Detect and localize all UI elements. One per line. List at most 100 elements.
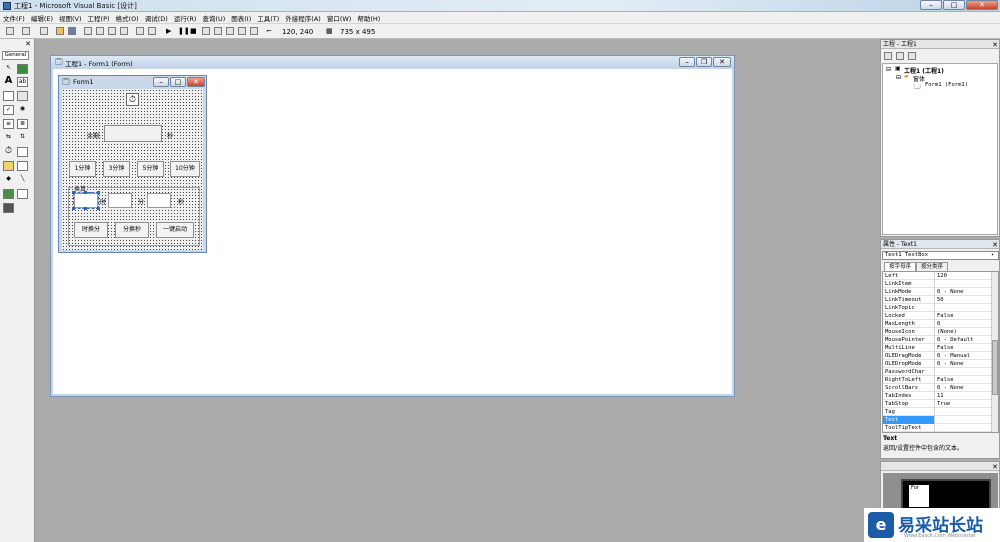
- checkbox-icon[interactable]: ✓: [3, 105, 14, 115]
- property-row[interactable]: MousePointer 0 - Default: [883, 336, 991, 344]
- paste-icon[interactable]: [108, 27, 116, 35]
- menu-query[interactable]: 查询(U): [199, 12, 228, 24]
- selection-handle[interactable]: [84, 207, 87, 210]
- designer-minimize-button[interactable]: –: [679, 57, 695, 67]
- combobox-icon[interactable]: ≡: [3, 119, 14, 129]
- property-row[interactable]: Left 120: [883, 272, 991, 280]
- property-row[interactable]: OLEDragMode 0 - Manual: [883, 352, 991, 360]
- properties-window-icon[interactable]: [214, 27, 222, 35]
- form1-close-button[interactable]: ✕: [187, 77, 205, 87]
- selection-handle[interactable]: [84, 191, 87, 194]
- copy-icon[interactable]: [96, 27, 104, 35]
- hour-textbox[interactable]: [73, 192, 99, 209]
- filelistbox-icon[interactable]: [17, 161, 28, 171]
- ole-icon[interactable]: [3, 203, 14, 213]
- minimize-button[interactable]: –: [920, 0, 942, 10]
- tab-categorized[interactable]: 按分类序: [916, 262, 948, 271]
- property-row[interactable]: TabIndex 11: [883, 392, 991, 400]
- property-row[interactable]: OLEDropMode 0 - None: [883, 360, 991, 368]
- view-object-icon[interactable]: [896, 52, 904, 60]
- property-scrollbar[interactable]: [991, 272, 998, 432]
- tree-expand-icon[interactable]: ⊟: [896, 74, 901, 81]
- property-row[interactable]: MaxLength 0: [883, 320, 991, 328]
- minute-to-second-button[interactable]: 分换秒: [115, 222, 149, 238]
- timer-control-icon[interactable]: ⏱: [126, 93, 139, 106]
- three-minute-button[interactable]: 3分钟: [103, 161, 130, 177]
- maximize-button[interactable]: □: [943, 0, 965, 10]
- menu-help[interactable]: 帮助(H): [354, 12, 383, 24]
- form1-window[interactable]: 🗔 Form1 – □ ✕ ⏱ 余剩: 秒 1分钟 3分钟 5分钟 10分钟 换…: [58, 75, 207, 253]
- menu-debug[interactable]: 调试(D): [142, 12, 171, 24]
- hour-to-minute-button[interactable]: 时换分: [74, 222, 108, 238]
- close-button[interactable]: ✕: [966, 0, 998, 10]
- selection-handle[interactable]: [97, 191, 100, 194]
- shape-icon[interactable]: ◆: [3, 175, 14, 185]
- label-icon[interactable]: A: [3, 76, 14, 87]
- object-selector[interactable]: Text1 TextBox ▾: [882, 251, 999, 260]
- pointer-icon[interactable]: ↖: [3, 64, 14, 74]
- menu-diagram[interactable]: 图表(I): [228, 12, 254, 24]
- property-row[interactable]: TabStop True: [883, 400, 991, 408]
- break-icon[interactable]: ❚❚: [178, 27, 190, 35]
- property-row[interactable]: LinkTopic: [883, 304, 991, 312]
- form-position-preview[interactable]: For: [909, 485, 929, 507]
- toolbox-tab-general[interactable]: General: [2, 51, 29, 60]
- open-icon[interactable]: [56, 27, 64, 35]
- property-row[interactable]: Locked False: [883, 312, 991, 320]
- form1-maximize-button[interactable]: □: [170, 77, 186, 87]
- undo-icon[interactable]: [136, 27, 144, 35]
- image-icon[interactable]: [3, 189, 14, 199]
- form-layout-close-icon[interactable]: ✕: [991, 463, 999, 471]
- toolbox-icon[interactable]: [250, 27, 258, 35]
- add-project-icon[interactable]: [6, 27, 14, 35]
- minute-textbox[interactable]: [108, 193, 132, 208]
- form1-minimize-button[interactable]: –: [153, 77, 169, 87]
- property-row[interactable]: RightToLeft False: [883, 376, 991, 384]
- tab-alphabetic[interactable]: 按字母序: [884, 262, 916, 271]
- textbox-icon[interactable]: ab: [17, 77, 28, 87]
- menu-addins[interactable]: 外接程序(A): [282, 12, 324, 24]
- properties-close-icon[interactable]: ✕: [991, 241, 999, 249]
- optionbutton-icon[interactable]: ◉: [17, 105, 28, 115]
- redo-icon[interactable]: [148, 27, 156, 35]
- find-icon[interactable]: [120, 27, 128, 35]
- property-row[interactable]: MouseIcon (None): [883, 328, 991, 336]
- second-textbox[interactable]: [147, 193, 171, 208]
- project-explorer-icon[interactable]: [202, 27, 210, 35]
- selection-handle[interactable]: [97, 207, 100, 210]
- listbox-icon[interactable]: ≣: [17, 119, 28, 129]
- form1-tree-node[interactable]: Form1 (Form1): [925, 82, 968, 88]
- property-row[interactable]: LinkItem: [883, 280, 991, 288]
- property-row[interactable]: LinkMode 0 - None: [883, 288, 991, 296]
- project-explorer-close-icon[interactable]: ✕: [991, 41, 999, 49]
- menu-project[interactable]: 工程(P): [85, 12, 113, 24]
- hscrollbar-icon[interactable]: ⇆: [3, 133, 14, 143]
- property-row[interactable]: ToolTipText: [883, 424, 991, 432]
- toggle-folders-icon[interactable]: [908, 52, 916, 60]
- form-layout-icon[interactable]: [226, 27, 234, 35]
- menu-run[interactable]: 运行(R): [171, 12, 200, 24]
- tree-expand-icon[interactable]: ⊟: [886, 66, 891, 73]
- menu-view[interactable]: 视图(V): [56, 12, 85, 24]
- property-row[interactable]: MultiLine False: [883, 344, 991, 352]
- property-row[interactable]: PasswordChar: [883, 368, 991, 376]
- timer-icon[interactable]: ⏱: [3, 147, 14, 157]
- view-code-icon[interactable]: [884, 52, 892, 60]
- toolbox-close-icon[interactable]: ✕: [24, 40, 32, 48]
- drivelistbox-icon[interactable]: [17, 147, 28, 157]
- menu-edit[interactable]: 编辑(E): [28, 12, 56, 24]
- scrollbar-thumb[interactable]: [992, 340, 998, 395]
- property-row-selected[interactable]: Text: [883, 416, 991, 424]
- frame-icon[interactable]: [3, 91, 14, 101]
- add-form-icon[interactable]: [22, 27, 30, 35]
- cut-icon[interactable]: [84, 27, 92, 35]
- ten-minute-button[interactable]: 10分钟: [170, 161, 200, 177]
- start-icon[interactable]: ▶: [166, 27, 171, 35]
- end-icon[interactable]: ■: [190, 27, 197, 35]
- dirlistbox-icon[interactable]: [3, 161, 14, 171]
- five-minute-button[interactable]: 5分钟: [137, 161, 164, 177]
- menu-file[interactable]: 文件(F): [0, 12, 28, 24]
- start-all-button[interactable]: 一键启动: [156, 222, 194, 238]
- line-icon[interactable]: ╲: [17, 175, 28, 185]
- data-control-icon[interactable]: [17, 189, 28, 199]
